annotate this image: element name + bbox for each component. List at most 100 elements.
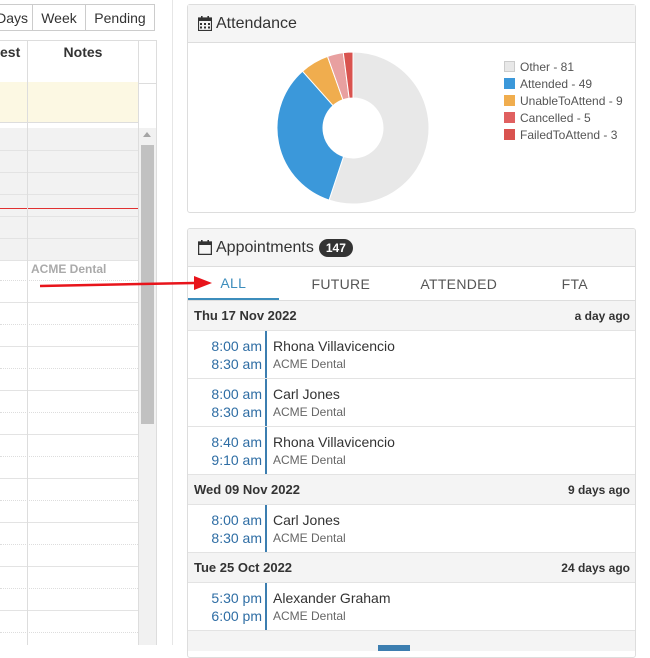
clinic-name: ACME Dental xyxy=(273,608,346,623)
appointments-title: Appointments xyxy=(216,238,314,256)
column-divider xyxy=(27,40,28,645)
legend-label: Cancelled - 5 xyxy=(520,110,591,125)
legend-item-unable-to-attend[interactable]: UnableToAttend - 9 xyxy=(504,92,623,109)
appointment-item[interactable]: 8:00 am 8:30 am Rhona Villavicencio ACME… xyxy=(188,331,635,379)
day-group-relative: 24 days ago xyxy=(561,560,630,575)
patient-name: Carl Jones xyxy=(273,511,340,528)
row-divider xyxy=(0,434,138,435)
row-divider xyxy=(0,478,138,479)
row-divider xyxy=(0,456,138,457)
appointment-start: 8:00 am xyxy=(211,385,262,402)
legend-item-attended[interactable]: Attended - 49 xyxy=(504,75,623,92)
attendance-title: Attendance xyxy=(216,14,297,32)
row-divider xyxy=(0,238,138,239)
current-time-line xyxy=(0,208,138,209)
appointment-end: 8:30 am xyxy=(211,403,262,420)
day-group-relative: a day ago xyxy=(574,308,630,323)
legend-swatch xyxy=(504,95,515,106)
appointment-info: Carl Jones ACME Dental xyxy=(267,379,346,426)
appointment-item[interactable]: 8:40 am 9:10 am Rhona Villavicencio ACME… xyxy=(188,427,635,475)
tab-fta[interactable]: FTA xyxy=(515,267,635,300)
appointment-item[interactable]: 8:00 am 8:30 am Carl Jones ACME Dental xyxy=(188,505,635,553)
pagination-indicator[interactable] xyxy=(378,645,410,651)
row-divider xyxy=(0,346,138,347)
appointment-end: 8:30 am xyxy=(211,355,262,372)
scrollbar-thumb[interactable] xyxy=(141,145,154,424)
legend-swatch xyxy=(504,78,515,89)
calendar-grid-icon xyxy=(198,16,212,31)
row-divider xyxy=(0,632,138,633)
calendar-event-clinic[interactable]: ACME Dental xyxy=(31,262,106,276)
calendar-header-row: est Notes xyxy=(0,40,156,84)
attendance-header: Attendance xyxy=(188,5,635,43)
legend-label: UnableToAttend - 9 xyxy=(520,93,623,108)
appointments-header: Appointments 147 xyxy=(188,229,635,267)
panel-gutter xyxy=(158,0,172,645)
legend-swatch xyxy=(504,112,515,123)
day-group-date: Tue 25 Oct 2022 xyxy=(194,560,293,575)
appointments-count-badge: 147 xyxy=(318,238,353,257)
day-group-date: Wed 09 Nov 2022 xyxy=(194,482,300,497)
day-group-header: Tue 25 Oct 2022 24 days ago xyxy=(188,553,635,583)
patient-name: Rhona Villavicencio xyxy=(273,337,395,354)
patient-name: Alexander Graham xyxy=(273,589,391,606)
legend-item-failed-to-attend[interactable]: FailedToAttend - 3 xyxy=(504,126,623,143)
appointment-item[interactable]: 5:30 pm 6:00 pm Alexander Graham ACME De… xyxy=(188,583,635,631)
row-divider xyxy=(0,368,138,369)
clinic-name: ACME Dental xyxy=(273,404,346,419)
pending-view-button[interactable]: Pending xyxy=(85,4,155,31)
row-divider xyxy=(0,566,138,567)
week-view-button[interactable]: Week xyxy=(32,4,86,31)
calendar-scrollbar[interactable] xyxy=(139,128,156,645)
clinic-name: ACME Dental xyxy=(273,356,346,371)
row-divider xyxy=(0,194,138,195)
calendar-icon xyxy=(198,240,212,255)
patient-name: Rhona Villavicencio xyxy=(273,433,395,450)
attendance-panel: Attendance Other - 81 Attended - 49 Unab… xyxy=(187,4,636,213)
day-group-header: Thu 17 Nov 2022 a day ago xyxy=(188,301,635,331)
calendar-grid: est Notes ACME Dental xyxy=(0,40,157,645)
tab-future[interactable]: FUTURE xyxy=(279,267,403,300)
row-divider xyxy=(0,302,138,303)
row-divider xyxy=(0,610,138,611)
clinic-name: ACME Dental xyxy=(273,530,346,545)
row-divider xyxy=(0,500,138,501)
appointment-start: 8:40 am xyxy=(211,433,262,450)
appointment-info: Carl Jones ACME Dental xyxy=(267,505,346,552)
appointment-times: 8:00 am 8:30 am xyxy=(188,379,267,426)
legend-swatch xyxy=(504,61,515,72)
tab-attended[interactable]: ATTENDED xyxy=(403,267,515,300)
row-divider xyxy=(0,150,138,151)
row-divider xyxy=(0,172,138,173)
calendar-panel: Days Week Pending est Notes ACME Dental xyxy=(0,0,158,645)
row-divider xyxy=(0,324,138,325)
appointment-times: 5:30 pm 6:00 pm xyxy=(188,583,267,630)
appointment-times: 8:40 am 9:10 am xyxy=(188,427,267,474)
day-group-header: Wed 09 Nov 2022 9 days ago xyxy=(188,475,635,505)
appointment-start: 8:00 am xyxy=(211,511,262,528)
row-divider xyxy=(0,588,138,589)
appointment-end: 6:00 pm xyxy=(211,607,262,624)
legend-item-other[interactable]: Other - 81 xyxy=(504,58,623,75)
scroll-up-arrow-icon[interactable] xyxy=(143,132,151,137)
row-divider xyxy=(0,522,138,523)
row-divider xyxy=(0,260,138,261)
day-group-date: Thu 17 Nov 2022 xyxy=(194,308,297,323)
patient-name: Carl Jones xyxy=(273,385,340,402)
highlighted-row[interactable] xyxy=(0,82,138,123)
tab-all[interactable]: ALL xyxy=(188,267,279,300)
calendar-view-switcher: Days Week Pending xyxy=(0,4,155,31)
clinic-name: ACME Dental xyxy=(273,452,346,467)
appointment-times: 8:00 am 8:30 am xyxy=(188,505,267,552)
attendance-donut-chart xyxy=(276,51,430,205)
legend-swatch xyxy=(504,129,515,140)
appointment-info: Alexander Graham ACME Dental xyxy=(267,583,391,630)
appointment-start: 8:00 am xyxy=(211,337,262,354)
row-divider xyxy=(0,390,138,391)
days-view-button[interactable]: Days xyxy=(0,4,33,31)
panel-divider xyxy=(172,0,173,645)
appointment-item[interactable]: 8:00 am 8:30 am Carl Jones ACME Dental xyxy=(188,379,635,427)
appointments-tabs: ALL FUTURE ATTENDED FTA xyxy=(188,267,635,301)
legend-item-cancelled[interactable]: Cancelled - 5 xyxy=(504,109,623,126)
appointments-footer xyxy=(188,631,635,651)
